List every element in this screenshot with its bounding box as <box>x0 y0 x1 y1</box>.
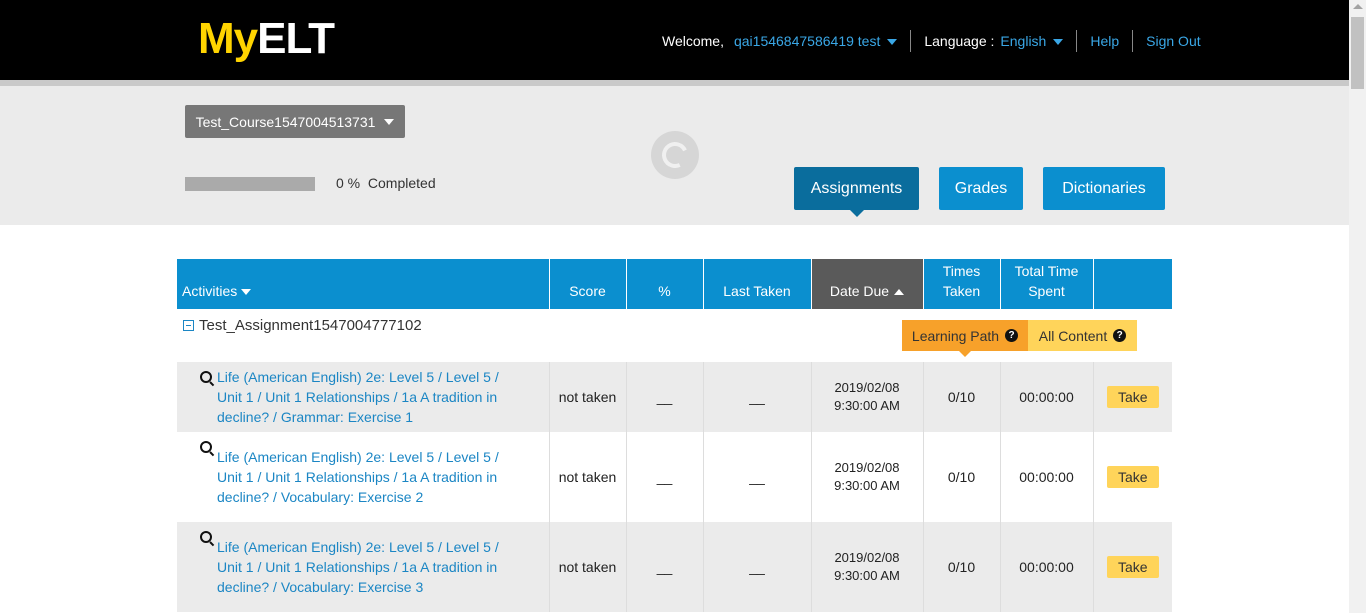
activity-cell: Life (American English) 2e: Level 5 / Le… <box>177 522 550 612</box>
divider <box>1132 30 1134 52</box>
time-spent-cell: 00:00:00 <box>1000 432 1094 522</box>
assignments-table: Activities Score % Last Taken Date Due T… <box>177 259 1172 612</box>
column-header-date-due[interactable]: Date Due <box>811 259 924 309</box>
divider <box>1076 30 1078 52</box>
logo-my: My <box>198 14 258 63</box>
take-button[interactable]: Take <box>1106 556 1159 578</box>
search-icon[interactable] <box>200 371 212 383</box>
myelt-logo[interactable]: MyELT <box>198 14 335 64</box>
loading-spinner-icon <box>651 131 699 179</box>
table-header-row: Activities Score % Last Taken Date Due T… <box>177 259 1172 309</box>
action-cell: Take <box>1093 362 1172 432</box>
welcome-label: Welcome, <box>662 33 724 49</box>
times-taken-header-line1: Times <box>942 263 981 279</box>
due-time: 9:30:00 AM <box>834 398 900 413</box>
last-taken-cell: __ <box>703 522 812 612</box>
activity-cell: Life (American English) 2e: Level 5 / Le… <box>177 432 550 522</box>
due-date: 2019/02/08 <box>834 460 900 475</box>
username-menu[interactable]: qai1546847586419 test <box>733 33 898 49</box>
action-cell: Take <box>1093 522 1172 612</box>
time-spent-cell: 00:00:00 <box>1000 522 1094 612</box>
table-row: Life (American English) 2e: Level 5 / Le… <box>177 432 1172 522</box>
scrollbar-thumb[interactable] <box>1351 17 1364 89</box>
table-row: Life (American English) 2e: Level 5 / Le… <box>177 522 1172 612</box>
due-time: 9:30:00 AM <box>834 568 900 583</box>
search-icon[interactable] <box>200 441 212 453</box>
activity-link[interactable]: Life (American English) 2e: Level 5 / Le… <box>199 447 507 507</box>
times-taken-cell: 0/10 <box>923 432 1001 522</box>
times-taken-cell: 0/10 <box>923 362 1001 432</box>
divider <box>910 30 912 52</box>
date-due-cell: 2019/02/08 9:30:00 AM <box>811 432 924 522</box>
top-header: MyELT Welcome, qai1546847586419 test Lan… <box>0 0 1349 80</box>
column-header-action <box>1093 259 1172 309</box>
column-header-total-time[interactable]: Total Time Spent <box>1000 259 1094 309</box>
percent-cell: __ <box>626 362 704 432</box>
column-header-last-taken[interactable]: Last Taken <box>703 259 812 309</box>
due-date: 2019/02/08 <box>834 380 900 395</box>
score-cell: not taken <box>549 432 627 522</box>
total-time-header-line1: Total Time <box>1014 263 1079 279</box>
score-cell: not taken <box>549 362 627 432</box>
take-button[interactable]: Take <box>1106 466 1159 488</box>
tab-grades[interactable]: Grades <box>939 167 1023 210</box>
help-link[interactable]: Help <box>1090 33 1119 49</box>
activity-link[interactable]: Life (American English) 2e: Level 5 / Le… <box>199 367 507 427</box>
percent-cell: __ <box>626 432 704 522</box>
username-text: qai1546847586419 test <box>733 33 881 49</box>
sort-ascending-icon <box>894 289 905 296</box>
language-value: English <box>1000 33 1047 49</box>
column-header-activities[interactable]: Activities <box>177 259 550 309</box>
last-taken-cell: __ <box>703 432 812 522</box>
chevron-down-icon <box>384 118 395 125</box>
table-row: Life (American English) 2e: Level 5 / Le… <box>177 362 1172 432</box>
time-spent-cell: 00:00:00 <box>1000 362 1094 432</box>
times-taken-header-line2: Taken <box>942 283 981 299</box>
last-taken-cell: __ <box>703 362 812 432</box>
due-date: 2019/02/08 <box>834 550 900 565</box>
activities-header-label: Activities <box>182 283 238 299</box>
user-bar: Welcome, qai1546847586419 test Language … <box>662 30 1201 52</box>
take-button[interactable]: Take <box>1106 386 1159 408</box>
sign-out-link[interactable]: Sign Out <box>1146 33 1200 49</box>
times-taken-cell: 0/10 <box>923 522 1001 612</box>
date-due-cell: 2019/02/08 9:30:00 AM <box>811 522 924 612</box>
action-cell: Take <box>1093 432 1172 522</box>
date-due-header-label: Date Due <box>829 283 890 299</box>
group-row <box>177 309 1172 362</box>
activity-link[interactable]: Life (American English) 2e: Level 5 / Le… <box>199 537 507 597</box>
logo-elt: ELT <box>257 14 335 63</box>
score-cell: not taken <box>549 522 627 612</box>
vertical-scrollbar[interactable] <box>1349 0 1366 613</box>
tab-assignments[interactable]: Assignments <box>794 167 919 217</box>
course-selector-button[interactable]: Test_Course1547004513731 <box>185 105 405 138</box>
tab-dictionaries[interactable]: Dictionaries <box>1043 167 1165 210</box>
language-selector[interactable]: English <box>1000 33 1064 49</box>
column-header-times-taken[interactable]: Times Taken <box>923 259 1001 309</box>
total-time-header-line2: Spent <box>1028 283 1065 299</box>
date-due-cell: 2019/02/08 9:30:00 AM <box>811 362 924 432</box>
column-header-percent[interactable]: % <box>626 259 704 309</box>
chevron-down-icon <box>241 289 252 296</box>
activity-cell: Life (American English) 2e: Level 5 / Le… <box>177 362 550 432</box>
course-progress-bar <box>185 177 315 191</box>
course-selector-label: Test_Course1547004513731 <box>195 113 376 130</box>
group-row-cell <box>177 309 1172 362</box>
chevron-down-icon <box>887 39 898 46</box>
language-label: Language : <box>924 33 995 49</box>
scroll-up-arrow-icon[interactable] <box>1353 4 1363 9</box>
column-header-score[interactable]: Score <box>549 259 627 309</box>
due-time: 9:30:00 AM <box>834 478 900 493</box>
chevron-down-icon <box>1053 39 1064 46</box>
percent-cell: __ <box>626 522 704 612</box>
progress-text: 0 % Completed <box>336 175 436 191</box>
search-icon[interactable] <box>200 531 212 543</box>
